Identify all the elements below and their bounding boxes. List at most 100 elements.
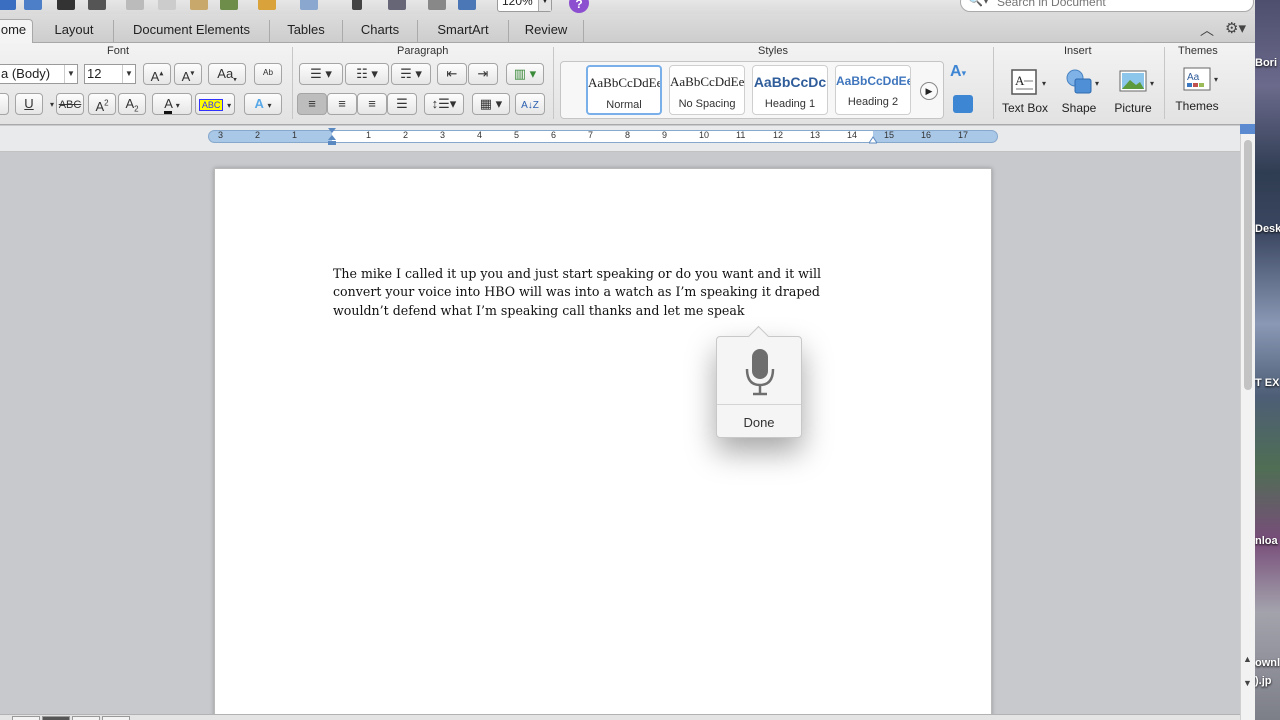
align-left-button[interactable]: ≡ — [297, 93, 327, 115]
chevron-down-icon[interactable]: ▼ — [64, 65, 77, 83]
highlight-button[interactable]: ABC ▾ — [195, 93, 235, 115]
styles-next-icon[interactable]: ▶ — [920, 82, 938, 100]
gear-icon[interactable]: ⚙▾ — [1225, 19, 1246, 37]
desktop-item-label[interactable]: nloa — [1255, 535, 1278, 547]
bullets-button[interactable]: ☰ ▾ — [299, 63, 343, 85]
tab-review[interactable]: Review — [509, 20, 584, 43]
clear-formatting-button[interactable]: ᴬᵇ — [254, 63, 282, 85]
help-icon[interactable]: ? — [569, 0, 589, 13]
save-icon[interactable] — [57, 0, 75, 10]
undo-icon[interactable] — [258, 0, 276, 10]
tab-home[interactable]: ome — [0, 19, 33, 44]
grow-font-button[interactable]: A▴ — [143, 63, 171, 85]
tab-layout[interactable]: Layout — [35, 20, 114, 43]
font-size-select[interactable]: 12 ▼ — [84, 64, 136, 84]
search-input[interactable] — [997, 0, 1237, 10]
manage-styles-icon[interactable] — [953, 95, 973, 113]
standard-toolbar: 120% ▼ ? 🔍▾ — [0, 0, 1255, 14]
superscript-button[interactable]: A2 — [88, 93, 116, 115]
draft-view-icon[interactable] — [12, 716, 40, 720]
ruler-number: 3 — [440, 130, 446, 140]
scroll-up-icon[interactable]: ▲ — [1243, 654, 1252, 664]
right-indent-marker-icon[interactable] — [868, 133, 878, 144]
increase-indent-button[interactable]: ⇥ — [468, 63, 498, 85]
new-document-icon[interactable] — [0, 0, 16, 10]
search-field[interactable]: 🔍▾ — [960, 0, 1254, 12]
chevron-down-icon[interactable]: ▾ — [1214, 75, 1218, 84]
desktop-item-label[interactable]: ).jp — [1255, 675, 1272, 687]
themes-button[interactable]: Aa Themes — [1172, 65, 1222, 113]
insert-text-box-button[interactable]: A Text Box — [1000, 67, 1050, 115]
chevron-down-icon[interactable]: ▾ — [1150, 79, 1154, 88]
redo-icon[interactable] — [300, 0, 318, 10]
focus-view-icon[interactable] — [102, 716, 130, 720]
style-no-spacing[interactable]: AaBbCcDdEe No Spacing — [669, 65, 745, 115]
line-spacing-button[interactable]: ↕☰▾ — [424, 93, 464, 115]
status-bar — [0, 714, 1240, 720]
format-painter-icon[interactable] — [220, 0, 238, 10]
numbering-button[interactable]: ☷ ▾ — [345, 63, 389, 85]
paste-icon[interactable] — [190, 0, 208, 10]
italic-button[interactable] — [0, 93, 9, 115]
align-center-button[interactable]: ≡ — [327, 93, 357, 115]
scrollbar-thumb[interactable] — [1244, 140, 1252, 390]
sidebar-icon[interactable] — [428, 0, 446, 10]
change-case-button[interactable]: Aa▾ — [208, 63, 246, 85]
scroll-down-icon[interactable]: ▼ — [1243, 678, 1252, 688]
sort-button[interactable]: A↓Z — [515, 93, 545, 115]
desktop-item-label[interactable]: ownl — [1255, 657, 1280, 669]
outline-view-icon[interactable] — [72, 716, 100, 720]
svg-text:A: A — [1015, 73, 1025, 88]
insert-picture-button[interactable]: Picture — [1110, 67, 1156, 115]
strikethrough-button[interactable]: ABC — [56, 93, 84, 115]
style-heading-2[interactable]: AaBbCcDdEe Heading 2 — [835, 65, 911, 115]
print-icon[interactable] — [88, 0, 106, 10]
document-paragraph[interactable]: The mike I called it up you and just sta… — [333, 265, 873, 320]
copy-icon[interactable] — [158, 0, 176, 10]
tab-charts[interactable]: Charts — [343, 20, 418, 43]
align-right-button[interactable]: ≡ — [357, 93, 387, 115]
shrink-font-button[interactable]: A▾ — [174, 63, 202, 85]
indent-marker-icon[interactable] — [328, 128, 336, 146]
style-name: No Spacing — [678, 98, 736, 110]
underline-button[interactable]: U — [15, 93, 43, 115]
zoom-select[interactable]: 120% ▼ — [497, 0, 552, 12]
insert-shape-button[interactable]: Shape — [1058, 67, 1100, 115]
desktop-item-label[interactable]: Desk — [1255, 223, 1280, 235]
desktop-item-label[interactable]: Bori — [1255, 57, 1277, 69]
columns-button[interactable]: ▥ ▾ — [506, 63, 544, 85]
font-name-select[interactable]: a (Body) ▼ — [0, 64, 78, 84]
style-normal[interactable]: AaBbCcDdEe Normal — [586, 65, 662, 115]
chevron-down-icon[interactable]: ▾ — [1095, 79, 1099, 88]
borders-button[interactable]: ▦ ▾ — [472, 93, 510, 115]
text-styles-icon[interactable]: A▾ — [950, 63, 966, 81]
open-icon[interactable] — [24, 0, 42, 10]
cut-icon[interactable] — [126, 0, 144, 10]
styles-group-title: Styles — [758, 45, 788, 57]
style-heading-1[interactable]: AaBbCcDc Heading 1 — [752, 65, 828, 115]
chevron-down-icon[interactable]: ▾ — [1042, 79, 1046, 88]
vertical-scrollbar[interactable]: ▲ ▼ — [1240, 126, 1255, 720]
chevron-down-icon[interactable]: ▼ — [538, 0, 551, 11]
collapse-ribbon-icon[interactable]: ︿ — [1200, 20, 1214, 40]
horizontal-ruler[interactable]: 3 2 1 1 2 3 4 5 6 7 8 9 10 11 12 13 14 15 16 17 — [208, 128, 998, 146]
justify-button[interactable]: ☰ — [387, 93, 417, 115]
desktop-item-label[interactable]: T EX — [1255, 377, 1279, 389]
toolbox-icon[interactable] — [458, 0, 476, 10]
done-button[interactable]: Done — [717, 415, 801, 430]
tab-smartart[interactable]: SmartArt — [418, 20, 509, 43]
decrease-indent-button[interactable]: ⇤ — [437, 63, 467, 85]
tab-tables[interactable]: Tables — [270, 20, 343, 43]
gallery-icon[interactable] — [388, 0, 406, 10]
print-layout-view-icon[interactable] — [42, 716, 70, 720]
font-color-button[interactable]: A ▾ — [152, 93, 192, 115]
tab-document-elements[interactable]: Document Elements — [114, 20, 270, 43]
show-formatting-icon[interactable] — [352, 0, 362, 10]
ruler-toggle-icon[interactable] — [1240, 124, 1255, 134]
text-effects-button[interactable]: A ▾ — [244, 93, 282, 115]
chevron-down-icon[interactable]: ▼ — [122, 65, 135, 83]
document-page[interactable]: The mike I called it up you and just sta… — [214, 168, 992, 720]
ruler-number: 10 — [699, 130, 710, 140]
multilevel-list-button[interactable]: ☴ ▾ — [391, 63, 431, 85]
subscript-button[interactable]: A2 — [118, 93, 146, 115]
